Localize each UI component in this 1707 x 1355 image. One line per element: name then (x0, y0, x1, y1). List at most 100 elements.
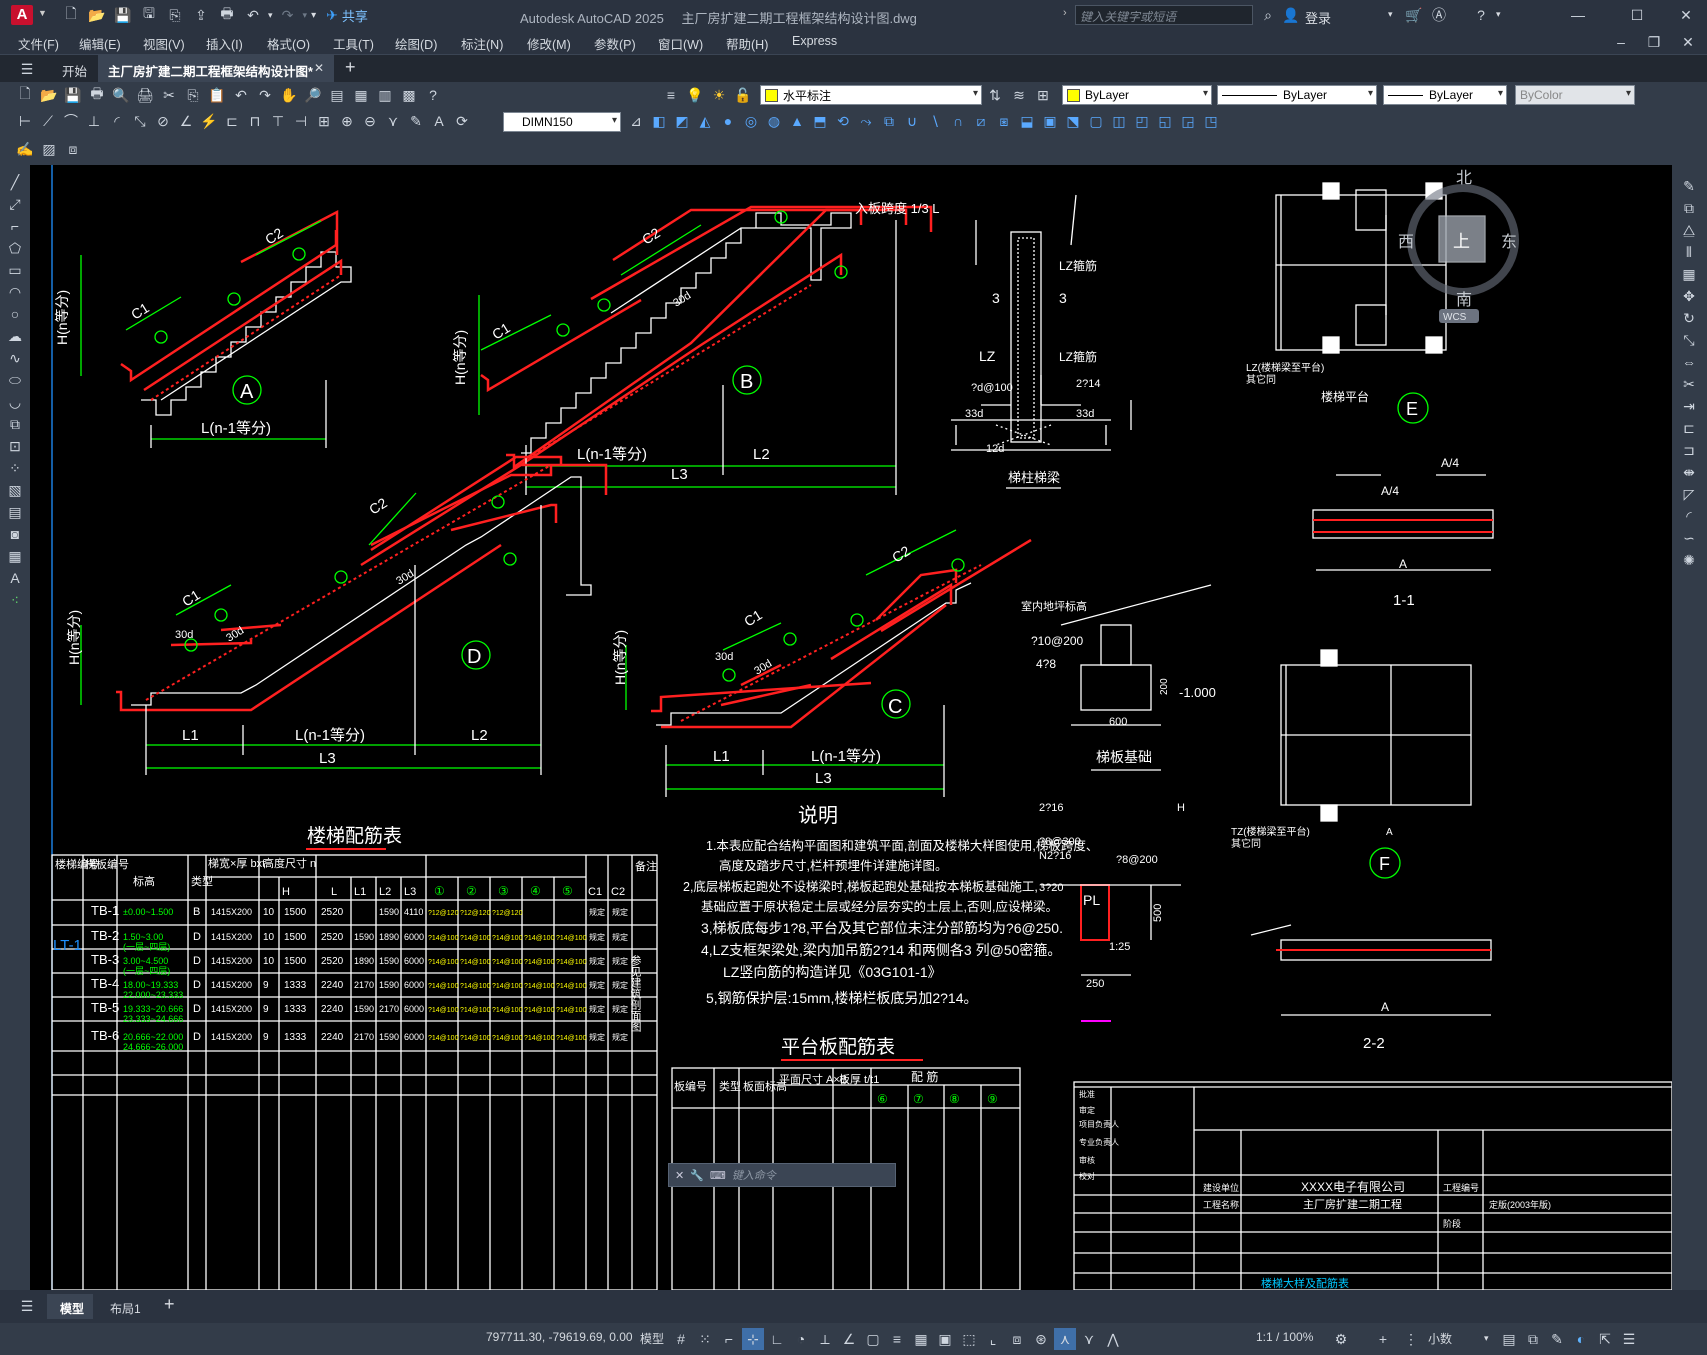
dim-text-edit-icon[interactable]: A (428, 110, 450, 132)
osnap-icon[interactable]: ▢ (862, 1328, 884, 1350)
tb-calc-icon[interactable]: ▩ (398, 84, 420, 106)
wedge-icon[interactable]: ◩ (671, 110, 693, 132)
inspect-icon[interactable]: ⊖ (359, 110, 381, 132)
minimize-icon[interactable]: — (1567, 4, 1589, 26)
plotstyle-dropdown[interactable]: ByColor ▾ (1515, 85, 1635, 105)
blend-icon[interactable]: ∽ (1678, 527, 1700, 549)
share-icon[interactable]: ✈ (326, 7, 338, 24)
check-icon[interactable]: ◱ (1154, 110, 1176, 132)
autodesk-a360-icon[interactable]: Ⓐ (1428, 4, 1450, 26)
subtract-icon[interactable]: ∖ (924, 110, 946, 132)
annotation-monitor-icon[interactable]: + (1372, 1328, 1394, 1350)
ortho-icon[interactable]: ∟ (766, 1328, 788, 1350)
make-current-icon[interactable]: ⇅ (984, 84, 1006, 106)
copy-object-icon[interactable]: ⧉ (1678, 197, 1700, 219)
clean-icon[interactable]: ◰ (1131, 110, 1153, 132)
layer-properties-icon[interactable]: ≡ (660, 84, 682, 106)
dim-angular-icon[interactable]: ∠ (175, 110, 197, 132)
edit-polyline-icon[interactable]: ✍ (14, 138, 36, 160)
rotate-icon[interactable]: ↻ (1678, 307, 1700, 329)
dynamic-input-icon[interactable]: ⊹ (742, 1328, 764, 1350)
menu-view[interactable]: 视图(V) (143, 34, 185, 53)
plot-icon[interactable]: 🖶 (216, 4, 238, 26)
status-units[interactable]: 小数 (1428, 1330, 1452, 1347)
box-icon[interactable]: ◧ (648, 110, 670, 132)
save-web-icon[interactable]: ⇪ (190, 4, 212, 26)
edit-hatch-icon[interactable]: ▨ (38, 138, 60, 160)
dynamic-ucs-icon[interactable]: ⌞ (982, 1328, 1004, 1350)
selection-cycling-icon[interactable]: ▣ (934, 1328, 956, 1350)
stretch-icon[interactable]: ⇔ (1678, 351, 1700, 373)
rotate-3d-icon[interactable]: ◳ (1200, 110, 1222, 132)
center-mark-icon[interactable]: ⊕ (336, 110, 358, 132)
tab-close-icon[interactable]: ✕ (314, 61, 324, 75)
signin-dropdown-icon[interactable]: ▾ (1388, 9, 1393, 20)
tb-properties-icon[interactable]: ▤ (326, 84, 348, 106)
redo-icon[interactable]: ↷ (277, 4, 299, 26)
move-icon[interactable]: ✥ (1678, 285, 1700, 307)
dim-continue-icon[interactable]: ⊓ (244, 110, 266, 132)
isodraft-icon[interactable]: ⟂ (814, 1328, 836, 1350)
clean-screen-icon[interactable]: ⇱ (1594, 1328, 1616, 1350)
sweep-icon[interactable]: ⤳ (855, 110, 877, 132)
annotation-visibility-icon[interactable]: ⋏ (1054, 1328, 1076, 1350)
tab-model-label[interactable]: 模型 (60, 1300, 84, 1317)
extend-icon[interactable]: ⇥ (1678, 395, 1700, 417)
construction-line-icon[interactable]: ⤢ (4, 193, 26, 215)
tb-new-icon[interactable]: 🗋 (14, 84, 36, 106)
tb-zoom-icon[interactable]: 🔎 (302, 84, 324, 106)
menu-tools[interactable]: 工具(T) (333, 34, 374, 53)
save-icon[interactable]: 💾 (112, 4, 134, 26)
ellipse-icon[interactable]: ⬭ (4, 369, 26, 391)
trim-icon[interactable]: ✂ (1678, 373, 1700, 395)
loft-icon[interactable]: ⧉ (878, 110, 900, 132)
tb-save-icon[interactable]: 💾 (62, 84, 84, 106)
app-logo-icon[interactable]: A (11, 5, 33, 25)
scale-icon[interactable]: ⤡ (1678, 329, 1700, 351)
menu-modify[interactable]: 修改(M) (527, 34, 571, 53)
customize-status-icon[interactable]: ☰ (1618, 1328, 1640, 1350)
dim-update-icon[interactable]: ⟳ (451, 110, 473, 132)
insert-block-icon[interactable]: ⧉ (4, 413, 26, 435)
menu-insert[interactable]: 插入(I) (206, 34, 243, 53)
tb-designcenter-icon[interactable]: ▦ (350, 84, 372, 106)
circle-icon[interactable]: ○ (4, 303, 26, 325)
table-icon[interactable]: ▦ (4, 545, 26, 567)
cone-icon[interactable]: ◭ (694, 110, 716, 132)
layer-freeze-icon[interactable]: ☀ (708, 84, 730, 106)
cylinder-icon[interactable]: ◎ (740, 110, 762, 132)
save-as-icon[interactable]: 🖫 (138, 4, 160, 26)
share-label[interactable]: 共享 (342, 6, 368, 25)
search-icon[interactable]: ⌕ (1257, 4, 1279, 26)
dim-jogged-icon[interactable]: ⤡ (129, 110, 151, 132)
status-space[interactable]: 模型 (640, 1330, 664, 1347)
command-customize-icon[interactable]: 🔧 (690, 1169, 704, 1182)
menu-edit[interactable]: 编辑(E) (79, 34, 121, 53)
region-icon[interactable]: ◙ (4, 523, 26, 545)
pyramid-icon[interactable]: ▲ (786, 110, 808, 132)
interfere-icon[interactable]: ⧆ (993, 110, 1015, 132)
ellipse-arc-icon[interactable]: ◡ (4, 391, 26, 413)
quick-properties-icon[interactable]: ▤ (1498, 1328, 1520, 1350)
tb-paste-icon[interactable]: 📋 (206, 84, 228, 106)
tab-start[interactable]: 开始 (62, 61, 87, 80)
menu-window[interactable]: 窗口(W) (658, 34, 703, 53)
search-input[interactable]: 键入关键字或短语 (1075, 5, 1253, 25)
command-close-icon[interactable]: ✕ (675, 1169, 684, 1182)
help-dropdown-icon[interactable]: ▾ (1496, 9, 1501, 20)
isolate-objects-icon[interactable]: ✎ (1546, 1328, 1568, 1350)
lineweight-icon[interactable]: ≡ (886, 1328, 908, 1350)
fillet-icon[interactable]: ◜ (1678, 505, 1700, 527)
tab-layout1[interactable]: 布局1 (110, 1300, 141, 1317)
join-icon[interactable]: ⇼ (1678, 461, 1700, 483)
tab-document-label[interactable]: 主厂房扩建二期工程框架结构设计图* (108, 61, 313, 80)
separate-icon[interactable]: ◫ (1108, 110, 1130, 132)
hardware-accel-icon[interactable]: ◐ (1570, 1328, 1592, 1350)
search-arrow-icon[interactable]: › (1063, 7, 1067, 19)
polar-icon[interactable]: ◔ (790, 1328, 812, 1350)
dimstyle-manager-icon[interactable]: ⊿ (625, 110, 647, 132)
dimstyle-dropdown[interactable]: DIMN150 ▾ (503, 112, 621, 132)
undo-icon[interactable]: ↶ (242, 4, 264, 26)
units-dropdown-icon[interactable]: ▾ (1484, 1333, 1489, 1344)
dim-ordinate-icon[interactable]: ⊥ (83, 110, 105, 132)
